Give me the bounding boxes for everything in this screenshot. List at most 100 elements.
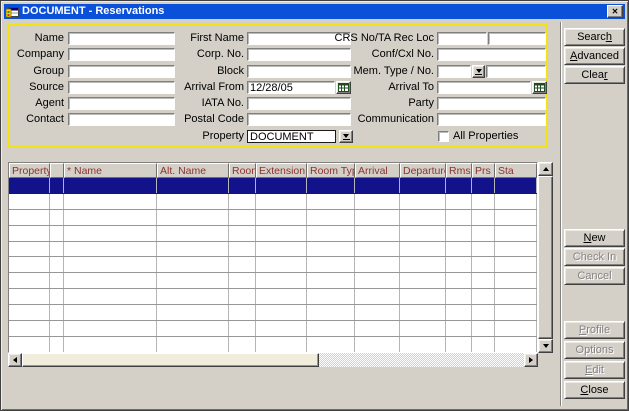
scroll-up-icon[interactable]	[538, 162, 553, 176]
table-cell	[355, 226, 400, 241]
property-combo[interactable]	[247, 130, 336, 143]
table-cell	[50, 337, 64, 352]
first-name-label: First Name	[141, 32, 244, 45]
table-row[interactable]	[9, 321, 537, 337]
table-row-selected[interactable]	[9, 178, 537, 194]
table-body	[9, 178, 537, 353]
table-cell	[256, 210, 307, 225]
table-cell	[307, 289, 355, 304]
table-cell	[307, 257, 355, 272]
source-label: Source	[1, 81, 64, 94]
mem-type-input[interactable]	[437, 65, 471, 78]
communication-input[interactable]	[437, 113, 546, 126]
table-cell	[64, 305, 157, 320]
table-cell	[64, 178, 157, 193]
table-cell	[307, 273, 355, 288]
table-cell	[157, 178, 229, 193]
close-button[interactable]: Close	[564, 381, 625, 399]
table-cell	[307, 337, 355, 352]
table-row[interactable]	[9, 305, 537, 321]
table-cell	[256, 242, 307, 257]
table-cell	[9, 226, 50, 241]
table-cell	[355, 257, 400, 272]
table-row[interactable]	[9, 210, 537, 226]
table-row[interactable]	[9, 289, 537, 305]
table-cell	[495, 321, 537, 336]
scroll-left-icon[interactable]	[8, 353, 22, 367]
property-label: Property	[141, 130, 244, 143]
table-cell	[355, 242, 400, 257]
party-input[interactable]	[437, 97, 546, 110]
new-button[interactable]: New	[564, 229, 625, 247]
table-cell	[64, 257, 157, 272]
table-cell	[495, 242, 537, 257]
table-cell	[400, 257, 446, 272]
all-properties-checkbox[interactable]	[438, 131, 449, 142]
mem-no-input[interactable]	[486, 65, 546, 78]
column-header-blank	[50, 163, 64, 178]
clear-button[interactable]: Clear	[564, 66, 625, 84]
table-cell	[50, 242, 64, 257]
table-cell	[229, 178, 256, 193]
all-properties-label: All Properties	[453, 130, 518, 143]
arrival-to-input[interactable]	[437, 81, 531, 94]
table-cell	[157, 226, 229, 241]
table-cell	[157, 273, 229, 288]
property-dropdown-button[interactable]	[339, 130, 353, 143]
crs-label: CRS No/TA Rec Loc	[324, 32, 434, 45]
vertical-scrollbar[interactable]	[538, 162, 553, 353]
table-row[interactable]	[9, 273, 537, 289]
check-in-button[interactable]: Check In	[564, 248, 625, 266]
table-cell	[50, 257, 64, 272]
table-row[interactable]	[9, 194, 537, 210]
vertical-scroll-thumb[interactable]	[538, 176, 553, 339]
table-cell	[495, 178, 537, 193]
column-header-room: Room	[229, 163, 256, 178]
table-cell	[50, 210, 64, 225]
table-cell	[400, 178, 446, 193]
column-header-property: Property	[9, 163, 50, 178]
ta-rec-loc-input[interactable]	[488, 32, 546, 45]
arrival-from-input[interactable]	[247, 81, 335, 94]
table-cell	[50, 273, 64, 288]
table-cell	[446, 226, 472, 241]
table-cell	[472, 194, 495, 209]
mem-type-dropdown-button[interactable]	[472, 65, 485, 78]
table-cell	[157, 337, 229, 352]
search-button[interactable]: Search	[564, 28, 625, 46]
table-cell	[355, 178, 400, 193]
titlebar[interactable]: DOCUMENT - Reservations ✕	[4, 4, 625, 19]
close-icon[interactable]: ✕	[607, 5, 623, 18]
table-cell	[229, 210, 256, 225]
table-cell	[446, 178, 472, 193]
options-button[interactable]: Options	[564, 341, 625, 359]
table-row[interactable]	[9, 226, 537, 242]
profile-button[interactable]: Profile	[564, 321, 625, 339]
table-row[interactable]	[9, 242, 537, 258]
horizontal-scroll-thumb[interactable]	[22, 353, 319, 367]
horizontal-scrollbar[interactable]	[8, 353, 538, 367]
table-cell	[472, 257, 495, 272]
table-cell	[256, 337, 307, 352]
crs-no-input[interactable]	[437, 32, 487, 45]
scroll-right-icon[interactable]	[524, 353, 538, 367]
table-row[interactable]	[9, 257, 537, 273]
table-cell	[307, 305, 355, 320]
scroll-down-icon[interactable]	[538, 339, 553, 353]
scrollbar-corner	[538, 353, 553, 367]
edit-button[interactable]: Edit	[564, 361, 625, 379]
conf-cxl-input[interactable]	[437, 48, 546, 61]
cancel-button[interactable]: Cancel	[564, 267, 625, 285]
advanced-button[interactable]: Advanced	[564, 47, 625, 65]
column-header-prs: Prs	[472, 163, 495, 178]
company-label: Company	[1, 48, 64, 61]
corp-no-label: Corp. No.	[141, 48, 244, 61]
horizontal-scroll-track[interactable]	[319, 353, 524, 367]
arrival-to-calendar-button[interactable]	[532, 81, 547, 94]
table-cell	[256, 226, 307, 241]
table-cell	[472, 321, 495, 336]
table-row[interactable]	[9, 337, 537, 353]
table-cell	[229, 226, 256, 241]
table-cell	[157, 257, 229, 272]
table-cell	[307, 321, 355, 336]
